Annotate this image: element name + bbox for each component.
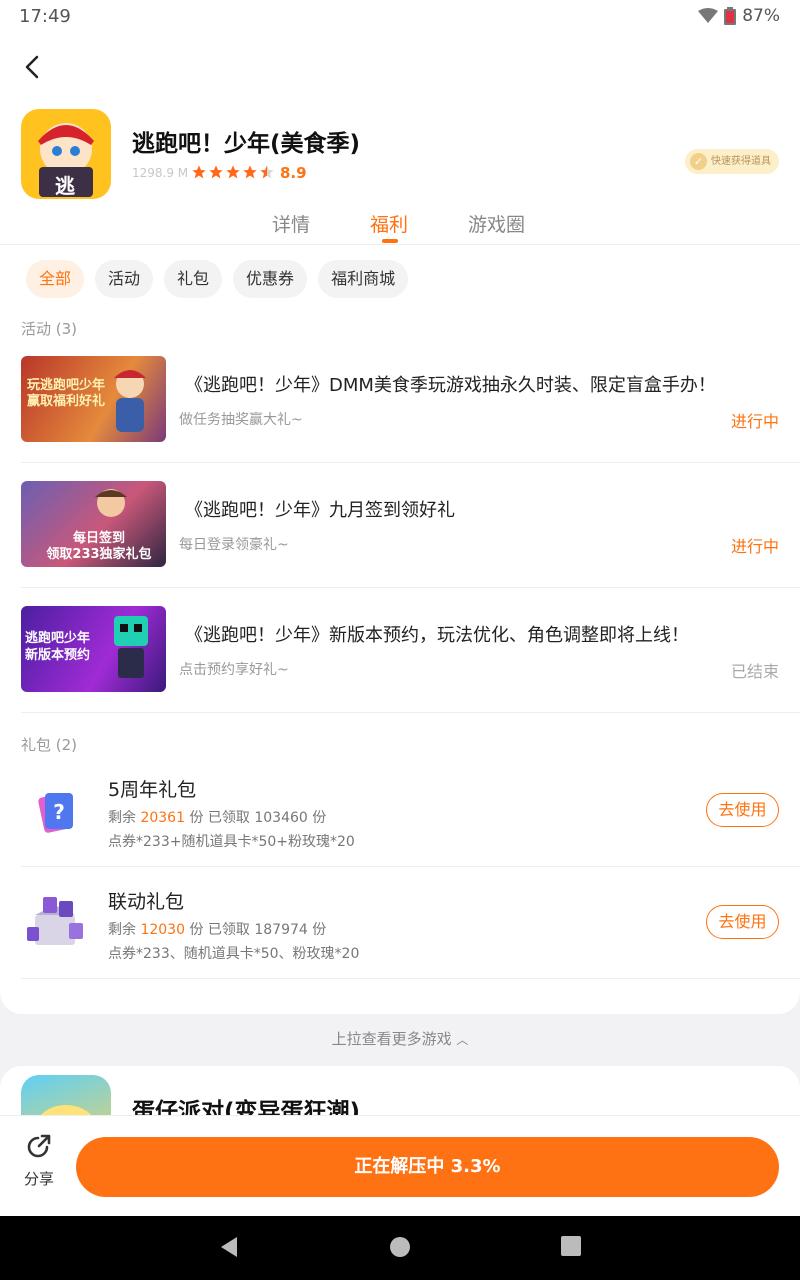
star-icon xyxy=(243,165,257,179)
chip-coupons[interactable]: 优惠券 xyxy=(233,260,308,298)
activity-title: 《逃跑吧！少年》九月签到领好礼 xyxy=(185,500,455,521)
chip-welfare-mall[interactable]: 福利商城 xyxy=(318,260,409,298)
activity-status: 进行中 xyxy=(730,537,779,556)
system-nav-bar xyxy=(0,1216,800,1280)
rating-score: 8.9 xyxy=(280,164,307,182)
gift-item: ? 5周年礼包 剩余 20361 份 已领取 103460 份 点券*233+随… xyxy=(21,767,800,879)
game-title: 逃跑吧！少年(美食季) xyxy=(132,131,361,157)
tab-active-indicator xyxy=(382,239,398,243)
remaining-label: 剩余 xyxy=(108,810,136,826)
divider xyxy=(21,587,800,588)
svg-text:?: ? xyxy=(53,800,65,824)
unit: 份 xyxy=(189,922,204,938)
status-bar: 17:49 87% xyxy=(0,0,800,34)
mystery-card-icon: ? xyxy=(38,793,73,833)
activity-subtitle: 点击预约享好礼~ xyxy=(179,662,289,678)
fast-props-label: 快速获得道具 xyxy=(711,156,771,167)
activity-title: 《逃跑吧！少年》新版本预约，玩法优化、角色调整即将上线！ xyxy=(185,625,689,646)
gift-name: 5周年礼包 xyxy=(108,779,197,801)
status-time: 17:49 xyxy=(19,6,71,27)
divider xyxy=(21,978,800,979)
activity-thumbnail: 逃跑吧少年 新版本预约 xyxy=(21,606,166,692)
bottom-action-bar: 分享 正在解压中 3.3% xyxy=(0,1115,800,1216)
star-icon xyxy=(209,165,223,179)
share-label: 分享 xyxy=(23,1170,54,1188)
chip-activities[interactable]: 活动 xyxy=(95,260,154,298)
unit: 份 xyxy=(189,810,204,826)
tab-bar: 详情 福利 游戏圈 xyxy=(0,210,800,244)
activity-thumbnail-text: 逃跑吧少年 新版本预约 xyxy=(25,631,91,663)
nav-back-icon[interactable] xyxy=(219,1236,239,1258)
activity-item[interactable]: 玩逃跑吧少年 赢取福利好礼 《逃跑吧！少年》DMM美食季玩游戏抽永久时装、限定盲… xyxy=(21,356,800,481)
pull-more-label: 上拉查看更多游戏 xyxy=(331,1030,452,1048)
remaining-label: 剩余 xyxy=(108,922,136,938)
gift-stock: 剩余 12030 份 已领取 187974 份 xyxy=(108,919,326,939)
v-check-icon: ✓ xyxy=(690,153,707,170)
claimed-label: 已领取 xyxy=(207,810,250,826)
nav-home-icon[interactable] xyxy=(389,1236,411,1258)
activity-item[interactable]: 每日签到 领取233独家礼包 《逃跑吧！少年》九月签到领好礼 每日登录领豪礼~ … xyxy=(21,481,800,606)
battery-icon xyxy=(724,7,737,25)
share-icon xyxy=(27,1134,51,1158)
unit: 份 xyxy=(312,922,327,938)
activity-subtitle: 每日登录领豪礼~ xyxy=(179,537,289,553)
unit: 份 xyxy=(312,810,327,826)
share-button[interactable]: 分享 xyxy=(20,1132,58,1189)
use-gift-button[interactable]: 去使用 xyxy=(706,905,779,939)
pull-more-games[interactable]: 上拉查看更多游戏 ︿ xyxy=(0,1028,800,1049)
claimed-count: 103460 xyxy=(254,810,308,826)
tabs-divider xyxy=(0,244,800,245)
game-icon-glyph: 逃 xyxy=(55,174,75,198)
tab-details[interactable]: 详情 xyxy=(272,210,310,237)
chevron-up-icon: ︿ xyxy=(456,1033,469,1047)
activities-section-title: 活动 (3) xyxy=(21,320,78,338)
back-arrow-icon[interactable] xyxy=(18,52,48,82)
activity-status: 已结束 xyxy=(730,662,779,681)
use-gift-button[interactable]: 去使用 xyxy=(706,793,779,827)
chip-gifts[interactable]: 礼包 xyxy=(164,260,223,298)
gift-name: 联动礼包 xyxy=(108,891,185,913)
activity-title: 《逃跑吧！少年》DMM美食季玩游戏抽永久时装、限定盲盒手办！ xyxy=(185,375,716,396)
activity-thumbnail: 玩逃跑吧少年 赢取福利好礼 xyxy=(21,356,166,442)
game-size: 1298.9 M xyxy=(132,166,189,180)
activity-status: 进行中 xyxy=(730,412,779,431)
divider xyxy=(21,866,800,867)
battery-level: 87% xyxy=(742,6,780,26)
gift-contents: 点券*233、随机道具卡*50、粉玫瑰*20 xyxy=(108,946,360,962)
status-indicators: 87% xyxy=(698,6,780,26)
gifts-section-title: 礼包 (2) xyxy=(21,736,78,754)
game-icon[interactable]: 逃 xyxy=(21,109,111,199)
activity-thumbnail-text: 每日签到 领取233独家礼包 xyxy=(46,531,152,562)
activity-thumbnail-text: 玩逃跑吧少年 赢取福利好礼 xyxy=(27,378,106,409)
wifi-icon xyxy=(698,8,719,23)
star-icon xyxy=(260,165,274,179)
star-icon xyxy=(226,165,240,179)
divider xyxy=(21,462,800,463)
tab-welfare[interactable]: 福利 xyxy=(370,210,408,237)
star-rating xyxy=(191,164,275,180)
gift-box-icon xyxy=(27,897,83,945)
nav-recents-icon[interactable] xyxy=(561,1236,581,1256)
remaining-count: 12030 xyxy=(140,922,185,938)
claimed-count: 187974 xyxy=(254,922,308,938)
activity-subtitle: 做任务抽奖赢大礼~ xyxy=(179,412,303,428)
unzip-progress-button[interactable]: 正在解压中 3.3% xyxy=(76,1137,779,1197)
gift-stock: 剩余 20361 份 已领取 103460 份 xyxy=(108,807,326,827)
chip-all[interactable]: 全部 xyxy=(26,260,85,298)
filter-chips: 全部 活动 礼包 优惠券 福利商城 xyxy=(26,260,409,298)
fast-props-badge[interactable]: ✓ 快速获得道具 xyxy=(685,149,779,174)
game-welfare-card: 逃 逃跑吧！少年(美食季) 1298.9 M 8.9 ✓ 快速获得道具 详情 福… xyxy=(0,34,800,1014)
activity-thumbnail: 每日签到 领取233独家礼包 xyxy=(21,481,166,567)
activity-item[interactable]: 逃跑吧少年 新版本预约 《逃跑吧！少年》新版本预约，玩法优化、角色调整即将上线！… xyxy=(21,606,800,731)
gift-contents: 点券*233+随机道具卡*50+粉玫瑰*20 xyxy=(108,834,355,850)
gift-item: 联动礼包 剩余 12030 份 已领取 187974 份 点券*233、随机道具… xyxy=(21,879,800,991)
tab-game-circle[interactable]: 游戏圈 xyxy=(468,210,525,237)
divider xyxy=(21,712,800,713)
star-icon xyxy=(192,165,206,179)
remaining-count: 20361 xyxy=(140,810,185,826)
claimed-label: 已领取 xyxy=(207,922,250,938)
